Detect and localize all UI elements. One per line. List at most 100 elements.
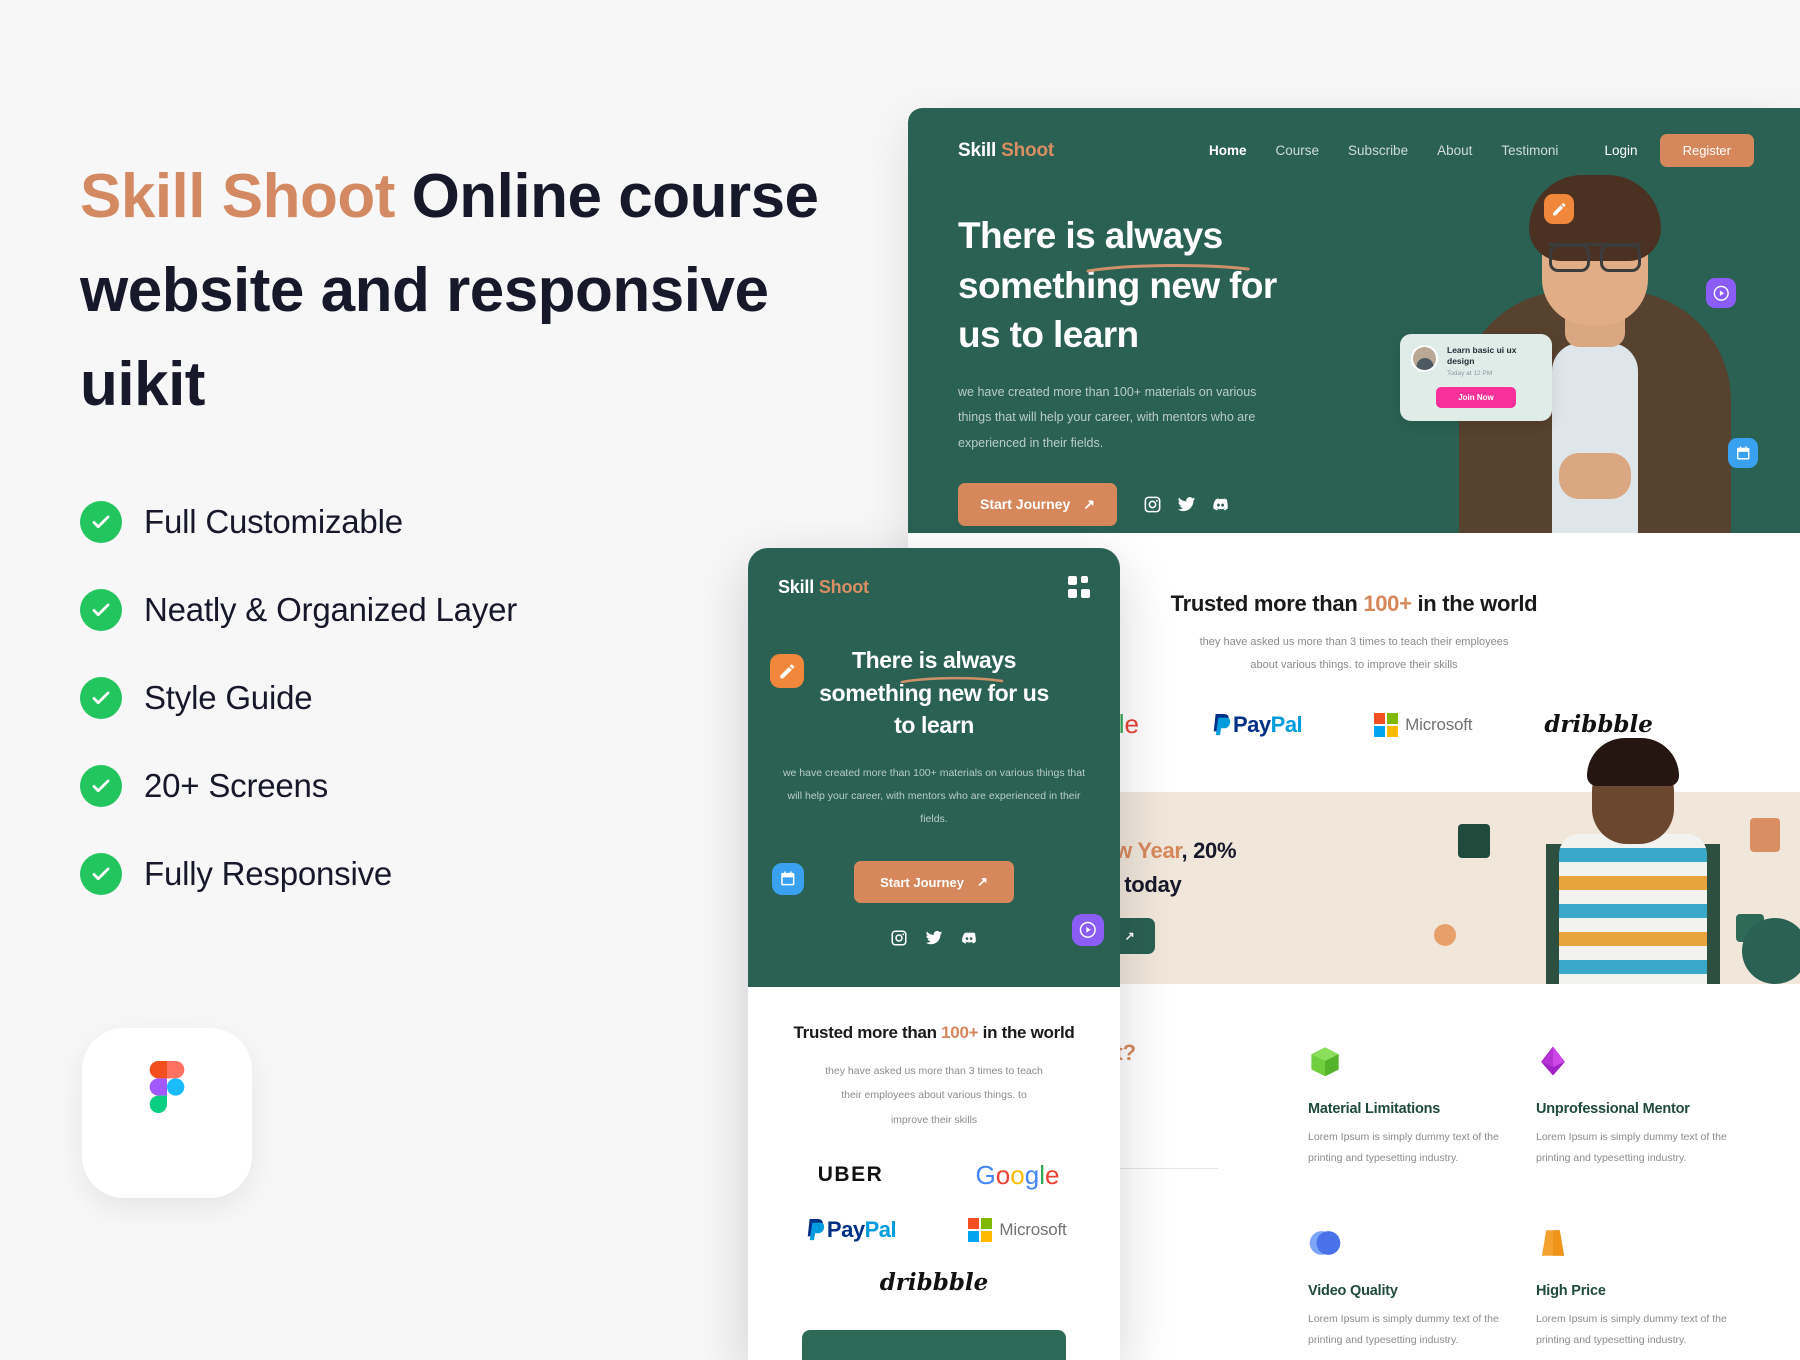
- microsoft-logo: Microsoft: [968, 1217, 1067, 1242]
- mobile-brand-logo-grid: UBER Google PayPal Microsoft dribbble: [772, 1160, 1096, 1296]
- mobile-mockup: Skill Shoot There is always something ne…: [748, 548, 1120, 1360]
- course-card-text: Learn basic ui ux design Today at 12 PM: [1447, 345, 1541, 377]
- start-journey-label: Start Journey: [880, 874, 964, 890]
- register-button[interactable]: Register: [1659, 134, 1754, 167]
- kid-sweater: [1559, 834, 1707, 985]
- feature-label: Neatly & Organized Layer: [144, 590, 518, 628]
- desktop-auth-group: Login Register: [1605, 134, 1754, 167]
- mobile-bottom-button[interactable]: [802, 1329, 1066, 1360]
- nav-item-testimoni[interactable]: Testimoni: [1501, 143, 1558, 158]
- feature-card: High Price Lorem Ipsum is simply dummy t…: [1536, 1226, 1728, 1350]
- blue-circles-icon: [1309, 1231, 1341, 1256]
- arrow-up-right-icon: ↗: [976, 874, 988, 890]
- dribbble-logo: dribbble: [879, 1268, 989, 1296]
- instagram-icon[interactable]: [890, 929, 908, 947]
- deco-square-orange: [1750, 818, 1780, 853]
- feature-card-title: Material Limitations: [1308, 1101, 1441, 1118]
- instagram-icon[interactable]: [1143, 495, 1162, 514]
- grid-menu-icon[interactable]: [1068, 576, 1090, 598]
- hero-title-line3: us to learn: [958, 314, 1139, 356]
- trusted-body-line2: about various things. to improve their s…: [1250, 659, 1458, 672]
- mobile-hero-subtitle: we have created more than 100+ materials…: [782, 766, 1086, 826]
- hero-social-links: [1143, 495, 1230, 514]
- figma-logo-badge: [82, 1028, 252, 1198]
- microsoft-squares-icon: [1374, 712, 1399, 737]
- check-icon: [80, 500, 122, 543]
- feature-card-title: Unprofessional Mentor: [1536, 1101, 1690, 1118]
- mobile-logo[interactable]: Skill Shoot: [778, 577, 869, 598]
- feature-card-text: Lorem Ipsum is simply dummy text of the …: [1536, 1131, 1727, 1164]
- list-item: Full Customizable: [80, 500, 870, 543]
- feature-label: 20+ Screens: [144, 766, 329, 804]
- hero-cta-row: Start Journey ↗: [958, 482, 1328, 526]
- underline-accent-icon: [900, 676, 1004, 684]
- paypal-logo: PayPal: [1211, 712, 1303, 738]
- feature-card-title: Video Quality: [1308, 1283, 1398, 1300]
- mobile-social-links: [748, 929, 1120, 947]
- nav-item-subscribe[interactable]: Subscribe: [1348, 143, 1408, 158]
- microsoft-wordmark: Microsoft: [1405, 714, 1473, 734]
- check-icon: [80, 588, 122, 631]
- figma-icon: [149, 1061, 185, 1113]
- play-chip-icon: [1706, 278, 1736, 308]
- logo-first: Skill: [958, 139, 997, 161]
- start-journey-button[interactable]: Start Journey ↗: [958, 482, 1117, 526]
- mobile-trusted-heading: Trusted more than 100+ in the world: [772, 1023, 1096, 1043]
- mobile-start-journey-button[interactable]: Start Journey ↗: [854, 861, 1014, 904]
- mobile-trusted-body: they have asked us more than 3 times to …: [772, 1059, 1096, 1131]
- purple-diamond-icon: [1541, 1046, 1565, 1076]
- mobile-hero-title: There is always something new for us to …: [748, 644, 1120, 742]
- feature-card-text: Lorem Ipsum is simply dummy text of the …: [1308, 1131, 1499, 1164]
- logo-second: Shoot: [1001, 139, 1054, 161]
- desktop-logo[interactable]: Skill Shoot: [958, 140, 1054, 162]
- trusted-heading-number: 100+: [941, 1023, 979, 1043]
- calendar-chip-icon: [772, 863, 804, 895]
- trusted-heading-before: Trusted more than: [793, 1023, 942, 1043]
- deco-circle: [1434, 924, 1456, 947]
- pencil-chip-icon: [1544, 194, 1574, 224]
- trusted-body-line3: improve their skills: [890, 1113, 978, 1126]
- arrow-up-right-icon: ↗: [1083, 495, 1095, 512]
- check-icon: [80, 676, 122, 719]
- calendar-chip-icon: [1728, 438, 1758, 468]
- promo-line1-rest: , 20%: [1181, 838, 1237, 864]
- join-now-button[interactable]: Join Now: [1436, 387, 1516, 408]
- desktop-hero-section: Skill Shoot Home Course Subscribe About …: [908, 108, 1800, 533]
- microsoft-logo: Microsoft: [1374, 712, 1473, 737]
- desktop-navbar: Skill Shoot Home Course Subscribe About …: [908, 108, 1800, 167]
- nav-item-about[interactable]: About: [1437, 143, 1472, 158]
- person-glasses: [1549, 243, 1641, 272]
- avatar: [1411, 344, 1438, 372]
- mobile-hero-title-line3: to learn: [894, 712, 974, 739]
- check-icon: [80, 764, 122, 807]
- logo-first: Skill: [778, 576, 815, 597]
- check-icon: [80, 852, 122, 895]
- arrow-up-right-icon: ↗: [1124, 929, 1135, 944]
- discord-icon[interactable]: [960, 929, 978, 947]
- person-shirt: [1552, 343, 1638, 533]
- course-card-time: Today at 12 PM: [1447, 370, 1493, 377]
- underline-accent-icon: [1086, 263, 1250, 273]
- feature-card-text: Lorem Ipsum is simply dummy text of the …: [1308, 1313, 1499, 1346]
- play-chip-icon: [1072, 914, 1104, 946]
- mobile-trusted-section: Trusted more than 100+ in the world they…: [748, 987, 1120, 1360]
- feature-card: Material Limitations Lorem Ipsum is simp…: [1308, 1044, 1500, 1168]
- trusted-heading-before: Trusted more than: [1170, 591, 1364, 616]
- deco-square-dark: [1458, 824, 1490, 859]
- feature-card-grid: Material Limitations Lorem Ipsum is simp…: [1308, 1040, 1728, 1350]
- logo-second: Shoot: [818, 576, 869, 597]
- feature-card: Video Quality Lorem Ipsum is simply dumm…: [1308, 1226, 1500, 1350]
- twitter-icon[interactable]: [925, 929, 943, 947]
- login-link[interactable]: Login: [1605, 143, 1638, 158]
- hero-subtitle: we have created more than 100+ materials…: [958, 384, 1257, 450]
- nav-item-course[interactable]: Course: [1276, 143, 1320, 158]
- trusted-body-line1: they have asked us more than 3 times to …: [1199, 636, 1509, 648]
- course-notification-card[interactable]: Learn basic ui ux design Today at 12 PM …: [1400, 333, 1552, 421]
- feature-card-title: High Price: [1536, 1283, 1606, 1300]
- nav-item-home[interactable]: Home: [1209, 143, 1247, 158]
- pencil-chip-icon: [770, 654, 804, 688]
- discord-icon[interactable]: [1211, 495, 1230, 514]
- orange-trapezoid-icon: [1541, 1230, 1565, 1256]
- microsoft-squares-icon: [968, 1217, 993, 1242]
- twitter-icon[interactable]: [1177, 495, 1196, 514]
